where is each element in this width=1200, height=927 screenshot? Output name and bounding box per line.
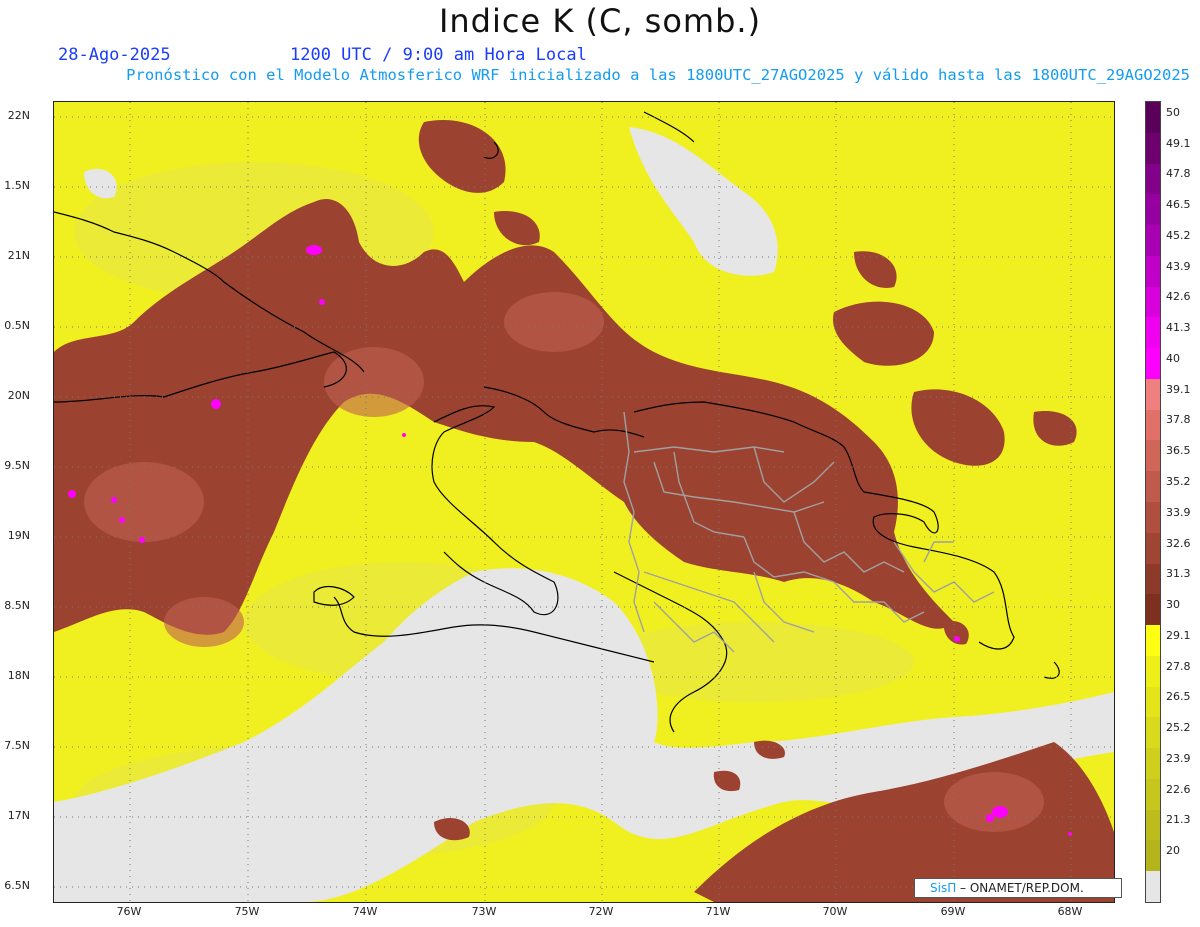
colorbar-segment [1146,286,1160,318]
colorbar-label: 50 [1166,105,1180,119]
lat-label: 22N [7,109,30,122]
colorbar-label: 40 [1166,351,1180,365]
colorbar-segment [1146,255,1160,288]
lon-label: 69W [940,905,966,918]
lat-label: 6.5N [4,879,30,892]
colorbar-segment [1146,502,1160,534]
colorbar-segment [1146,625,1160,657]
colorbar-segment [1146,471,1160,503]
map-panel [53,101,1115,903]
colorbar-label: 26.5 [1166,690,1191,704]
lon-label: 73W [471,905,497,918]
colorbar-segment [1146,563,1160,595]
colorbar-segment [1146,225,1160,257]
colorbar-label: 23.9 [1166,751,1191,765]
lat-label: 8.5N [4,599,30,612]
colorbar-label: 25.2 [1166,721,1191,735]
colorbar-segment [1146,655,1160,688]
colorbar-segment [1146,809,1160,841]
colorbar-segment [1146,317,1160,349]
colorbar-label: 33.9 [1166,505,1191,519]
colorbar-segment [1146,778,1160,811]
colorbar-label: 37.8 [1166,413,1191,427]
credit-text: – ONAMET/REP.DOM. [956,881,1084,895]
colorbar-label: 45.2 [1166,228,1191,242]
colorbar-label: 43.9 [1166,259,1191,273]
lat-label: 21N [7,249,30,262]
lat-label: 20N [7,389,30,402]
colorbar-label: 47.8 [1166,167,1191,181]
colorbar-label: 36.5 [1166,444,1191,458]
lat-label: 1.5N [4,179,30,192]
colorbar-segment [1146,102,1160,134]
colorbar-segment [1146,686,1160,718]
colorbar-segment [1146,840,1160,872]
k-index-map [54,102,1114,902]
colorbar-segment [1146,440,1160,472]
colorbar-label: 41.3 [1166,321,1191,335]
colorbar-segment [1146,748,1160,780]
colorbar-label: 49.1 [1166,136,1191,150]
forecast-time: 1200 UTC / 9:00 am Hora Local [290,45,587,65]
colorbar-segment [1146,163,1160,195]
colorbar-label: 39.1 [1166,382,1191,396]
lon-label: 71W [705,905,731,918]
lon-label: 76W [116,905,142,918]
credit-brand: SisΠ [930,881,957,895]
lat-label: 17N [7,809,30,822]
lat-label: 7.5N [4,739,30,752]
colorbar-segment [1146,871,1160,903]
map-title: Indice K (C, somb.) [438,2,762,40]
forecast-description: Pronóstico con el Modelo Atmosferico WRF… [126,66,1190,84]
colorbar-segment [1146,717,1160,749]
credit-label: SisΠ – ONAMET/REP.DOM. [914,878,1122,898]
colorbar-segment [1146,348,1160,380]
colorbar [1145,101,1161,903]
lon-label: 75W [234,905,260,918]
lat-label: 18N [7,669,30,682]
colorbar-label: 35.2 [1166,475,1191,488]
colorbar-segment [1146,532,1160,565]
colorbar-label: 46.5 [1166,198,1191,212]
lon-label: 68W [1057,905,1083,918]
lat-label: 9.5N [4,459,30,472]
colorbar-segment [1146,409,1160,441]
colorbar-label: 21.3 [1166,813,1191,827]
colorbar-segment [1146,378,1160,411]
lon-label: 72W [588,905,614,918]
colorbar-label: 20 [1166,844,1180,858]
forecast-date: 28-Ago-2025 [58,45,171,65]
colorbar-label: 32.6 [1166,536,1191,550]
lat-label: 19N [7,529,30,542]
lon-label: 74W [352,905,378,918]
colorbar-segment [1146,594,1160,626]
colorbar-segment [1146,194,1160,226]
lon-label: 70W [822,905,848,918]
colorbar-label: 30 [1166,598,1180,612]
colorbar-label: 29.1 [1166,628,1191,642]
lat-label: 0.5N [4,319,30,332]
colorbar-label: 27.8 [1166,659,1191,673]
colorbar-label: 22.6 [1166,782,1191,796]
colorbar-label: 42.6 [1166,290,1191,304]
colorbar-segment [1146,132,1160,165]
colorbar-label: 31.3 [1166,567,1191,581]
